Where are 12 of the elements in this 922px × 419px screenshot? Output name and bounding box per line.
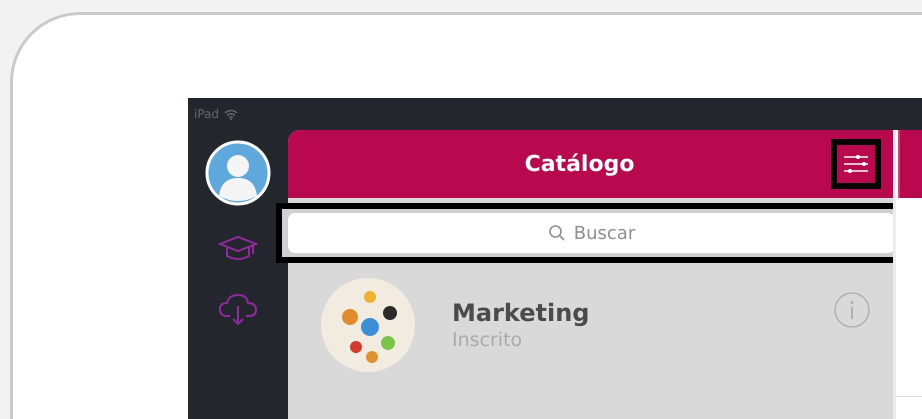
sliders-icon [842,152,870,176]
wifi-icon [224,108,238,120]
search-icon [548,224,566,242]
filter-button[interactable] [831,139,881,189]
search-field[interactable]: Buscar [288,213,895,253]
info-icon[interactable] [833,291,871,329]
device-name: iPad [194,107,220,121]
cloud-download-icon[interactable] [218,292,258,326]
course-title: Marketing [452,299,590,327]
avatar-icon[interactable] [205,140,271,206]
header-bar [898,130,922,198]
header-title: Catálogo [524,152,636,176]
